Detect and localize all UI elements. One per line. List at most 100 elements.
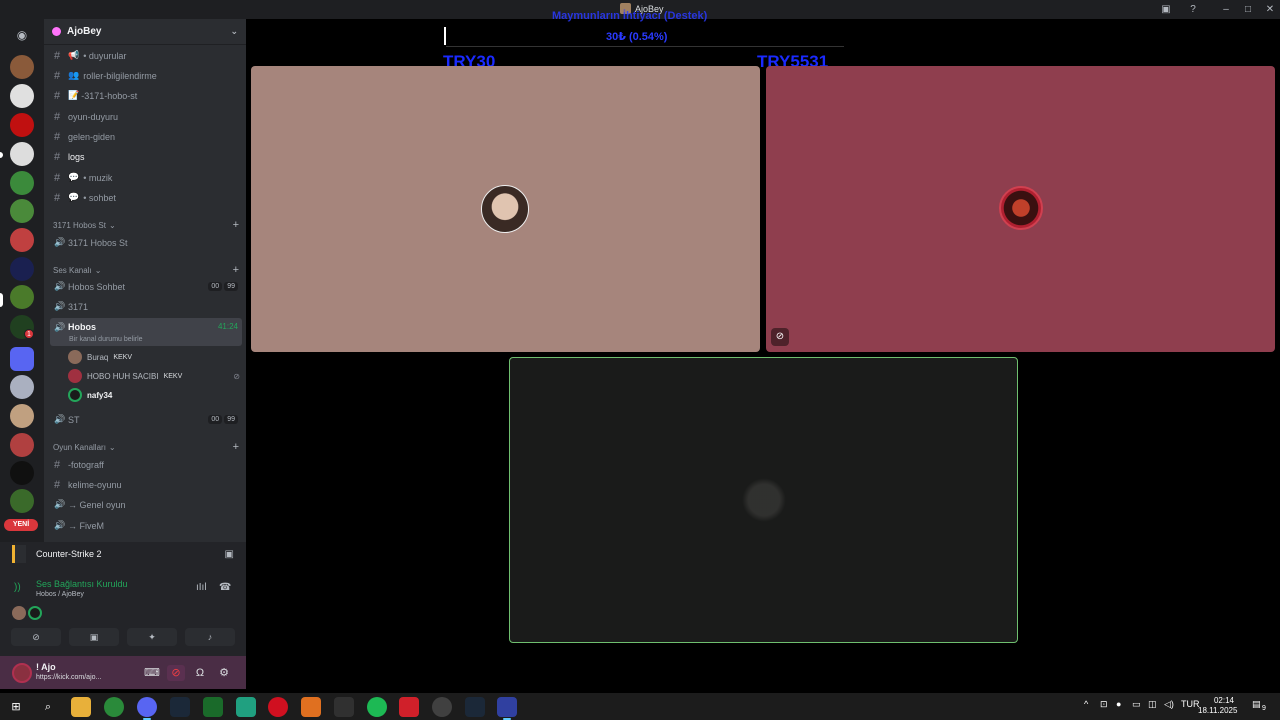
- camera-off-button[interactable]: ⊘: [11, 628, 61, 646]
- server-avatar[interactable]: [10, 199, 34, 223]
- voice-user-buraq[interactable]: Buraq KEKV: [68, 348, 240, 366]
- app-icon[interactable]: [236, 697, 256, 717]
- windows-taskbar: ⊞ ⌕ ^ ⊡ ● ▭ ◫ ◁) TUR 02:14 18.11.2025 ▤ …: [0, 693, 1280, 720]
- discord-home-icon[interactable]: ◉: [10, 23, 34, 47]
- headphones-icon[interactable]: Ω: [191, 665, 209, 681]
- server-avatar[interactable]: [10, 228, 34, 252]
- channel-kelime-oyunu[interactable]: # kelime-oyunu: [50, 475, 242, 494]
- mute-mic-icon[interactable]: ⊘: [167, 665, 185, 681]
- activity-bar[interactable]: Counter-Strike 2 ▣: [0, 542, 246, 566]
- app-icon[interactable]: [301, 697, 321, 717]
- file-explorer-icon[interactable]: [71, 697, 91, 717]
- channel-duyurular[interactable]: # 📢 • duyurular: [50, 46, 242, 65]
- selected-pill: [0, 293, 3, 307]
- channel-muzik[interactable]: # 💬 • muzik: [50, 168, 242, 187]
- server-avatar[interactable]: [10, 375, 34, 399]
- screen-share-icon[interactable]: ▣: [225, 549, 234, 560]
- discord-icon[interactable]: [137, 697, 157, 720]
- server-avatar[interactable]: [10, 285, 34, 309]
- add-channel-icon[interactable]: +: [233, 264, 239, 276]
- channel-roller[interactable]: # 👥 roller-bilgilendirme: [50, 66, 242, 85]
- tray-chevron-icon[interactable]: ^: [1084, 699, 1088, 709]
- disconnect-icon[interactable]: ☎: [219, 582, 231, 593]
- notification-icon[interactable]: ▤: [1252, 699, 1261, 710]
- gamepad-icon[interactable]: ⌨: [143, 665, 161, 681]
- app-icon[interactable]: [399, 697, 419, 717]
- category-ses-kanali[interactable]: Ses Kanalı ⌄ +: [53, 263, 243, 277]
- channel-logs[interactable]: # logs: [50, 147, 242, 166]
- screen-share-button[interactable]: ▣: [69, 628, 119, 646]
- video-tile[interactable]: [251, 66, 760, 352]
- chrome-icon[interactable]: [104, 697, 124, 717]
- server-avatar[interactable]: [10, 489, 34, 513]
- minimize-button[interactable]: –: [1218, 2, 1234, 17]
- server-folder-icon[interactable]: [10, 347, 34, 371]
- add-channel-icon[interactable]: +: [233, 219, 239, 231]
- tray-icon[interactable]: ⊡: [1100, 699, 1108, 710]
- activities-button[interactable]: ✦: [127, 628, 177, 646]
- voice-channel-hobos-sohbet[interactable]: 🔊 Hobos Sohbet 00 99: [50, 277, 242, 296]
- hash-icon: #: [54, 110, 61, 123]
- video-tile-speaking[interactable]: [509, 357, 1018, 643]
- channel-3171-hobo-st[interactable]: # 📝 -3171-hobo-st: [50, 86, 242, 105]
- channel-fotograff[interactable]: # -fotograff: [50, 455, 242, 474]
- category-oyun-kanallari[interactable]: Oyun Kanalları ⌄ +: [53, 440, 243, 454]
- help-icon[interactable]: ?: [1185, 2, 1201, 17]
- soundboard-button[interactable]: ♪: [185, 628, 235, 646]
- app-icon[interactable]: [432, 697, 452, 717]
- channel-sohbet[interactable]: # 💬 • sohbet: [50, 188, 242, 207]
- server-avatar[interactable]: [10, 461, 34, 485]
- tray-icon[interactable]: ▭: [1132, 699, 1141, 710]
- gear-icon[interactable]: ⚙: [215, 665, 233, 681]
- steam-icon[interactable]: [170, 697, 190, 717]
- app-icon[interactable]: [497, 697, 517, 720]
- avatar: [28, 606, 42, 620]
- video-tile[interactable]: ⊘: [766, 66, 1275, 352]
- noise-suppression-icon[interactable]: ıIıl: [196, 582, 207, 593]
- server-avatar[interactable]: [10, 257, 34, 281]
- speaker-icon: 🔊: [54, 322, 66, 332]
- server-avatar[interactable]: [10, 433, 34, 457]
- nvidia-icon[interactable]: [203, 697, 223, 717]
- microphone-icon[interactable]: ●: [1116, 699, 1121, 709]
- server-header[interactable]: AjoBey ⌄: [44, 19, 246, 45]
- add-channel-icon[interactable]: +: [233, 441, 239, 453]
- language-indicator[interactable]: TUR: [1181, 699, 1200, 709]
- voice-user-nafy34[interactable]: nafy34: [68, 386, 240, 404]
- server-avatar[interactable]: [10, 171, 34, 195]
- voice-channel-3171-hobos-st[interactable]: 🔊 3171 Hobos St: [50, 233, 242, 252]
- channel-gelen-giden[interactable]: # gelen-giden: [50, 127, 242, 146]
- maximize-button[interactable]: □: [1240, 2, 1256, 17]
- hash-icon: #: [54, 49, 61, 62]
- muted-icon: ⊘: [771, 328, 789, 346]
- channel-status[interactable]: Bir kanal durumu belirle: [69, 336, 143, 343]
- channel-oyun-duyuru[interactable]: # oyun-duyuru: [50, 107, 242, 126]
- server-avatar[interactable]: [10, 55, 34, 79]
- voice-channel-genel-oyun[interactable]: 🔊 → Genel oyun: [50, 495, 242, 514]
- start-icon[interactable]: ⊞: [6, 697, 26, 717]
- voice-user-hobo[interactable]: HOBO HUH SACIBI KEKV ⊘: [68, 367, 240, 385]
- opera-icon[interactable]: [268, 697, 288, 717]
- app-icon[interactable]: [334, 697, 354, 717]
- server-avatar[interactable]: [10, 113, 34, 137]
- steam-icon[interactable]: [465, 697, 485, 717]
- voice-channel-3171[interactable]: 🔊 3171: [50, 297, 242, 316]
- volume-icon[interactable]: ◁): [1164, 699, 1174, 710]
- close-button[interactable]: ✕: [1262, 2, 1278, 17]
- inbox-icon[interactable]: ▣: [1158, 2, 1174, 17]
- participant-avatar: [742, 478, 786, 522]
- server-avatar[interactable]: [10, 404, 34, 428]
- server-avatar[interactable]: [10, 84, 34, 108]
- participant-avatar: [481, 185, 529, 233]
- network-icon[interactable]: ◫: [1148, 699, 1157, 710]
- voice-channel-fivem[interactable]: 🔊 → FiveM: [50, 516, 242, 535]
- clock[interactable]: 02:14 18.11.2025: [1198, 696, 1237, 716]
- category-3171-hobos-st[interactable]: 3171 Hobos St ⌄ +: [53, 218, 243, 232]
- server-avatar[interactable]: [10, 142, 34, 166]
- unread-pill: [0, 152, 3, 158]
- voice-channel-st[interactable]: 🔊 ST 00 99: [50, 410, 242, 429]
- spotify-icon[interactable]: [367, 697, 387, 717]
- search-icon[interactable]: ⌕: [38, 697, 58, 717]
- user-avatar[interactable]: [12, 662, 32, 683]
- signal-icon[interactable]: )): [14, 582, 21, 593]
